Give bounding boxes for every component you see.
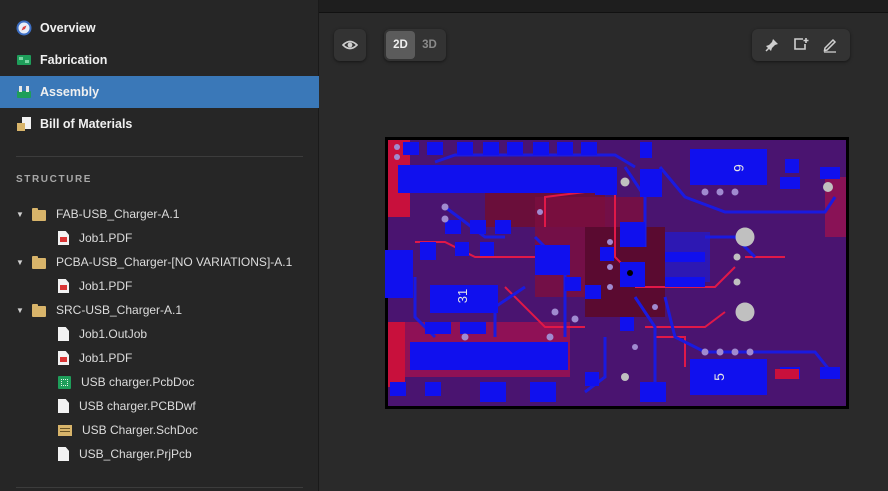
caret-down-icon[interactable]: ▼ [16,210,24,219]
structure-tree: ▼ FAB-USB_Charger-A.1 Job1.PDF ▼ PCBA-US… [0,202,319,466]
tree-item-label: SRC-USB_Charger-A.1 [56,303,183,317]
nav-item-assembly[interactable]: Assembly [0,76,319,108]
schematic-file-icon [58,425,72,436]
pin-button[interactable] [764,37,780,53]
tree-file-schdoc[interactable]: USB Charger.SchDoc [0,418,319,442]
document-icon [58,447,69,461]
caret-down-icon[interactable]: ▼ [16,258,24,267]
tree-item-label: USB_Charger.PrjPcb [79,447,192,461]
nav-label: Fabrication [40,53,108,67]
view-2d-button[interactable]: 2D [386,31,415,59]
tree-file-prjpcb[interactable]: USB_Charger.PrjPcb [0,442,319,466]
tree-file-src-pdf[interactable]: Job1.PDF [0,346,319,370]
pcb-board-icon [17,55,31,65]
sidebar: Overview Fabrication Assembly Bill of Ma… [0,0,319,491]
nav-item-overview[interactable]: Overview [0,12,319,44]
annotation-toolbar [752,29,850,61]
view-3d-button[interactable]: 3D [415,31,444,59]
board-label: 31 [455,289,470,303]
tree-item-label: USB charger.PcbDoc [81,375,195,389]
tree-folder-pcba[interactable]: ▼ PCBA-USB_Charger-[NO VARIATIONS]-A.1 [0,250,319,274]
board-label: 5 [711,373,727,381]
pdf-file-icon [58,231,69,245]
nav-label: Bill of Materials [40,117,133,131]
document-icon [58,399,69,413]
assembly-icon [17,86,31,98]
tree-file-pcbdoc[interactable]: USB charger.PcbDoc [0,370,319,394]
document-icon [58,327,69,341]
board-label: 6 [731,164,747,172]
draw-button[interactable] [822,37,838,53]
nav-label: Overview [40,21,96,35]
sidebar-divider [16,156,303,157]
compass-icon [16,20,32,36]
sidebar-divider [16,487,303,488]
pdf-file-icon [58,279,69,293]
visibility-button[interactable] [334,29,366,61]
add-comment-icon [794,38,809,50]
tree-item-label: USB charger.PCBDwf [79,399,196,413]
tree-file-outjob[interactable]: Job1.OutJob [0,322,319,346]
tree-item-label: Job1.OutJob [79,327,148,341]
add-comment-button[interactable] [793,37,809,53]
tree-item-label: USB Charger.SchDoc [82,423,199,437]
nav-label: Assembly [40,85,100,99]
folder-icon [32,303,46,317]
pcb-board-view[interactable]: 6 5 31 [385,137,849,409]
tree-file-pcbdwf[interactable]: USB charger.PCBDwf [0,394,319,418]
sidebar-nav: Overview Fabrication Assembly Bill of Ma… [0,12,319,140]
view-mode-toggle: 2D 3D [384,29,446,61]
pdf-file-icon [58,351,69,365]
folder-icon [32,207,46,221]
tree-item-label: FAB-USB_Charger-A.1 [56,207,180,221]
viewer-panel: 2D 3D 6 5 31 [320,13,888,491]
tree-file-pcba-pdf[interactable]: Job1.PDF [0,274,319,298]
tree-folder-fab[interactable]: ▼ FAB-USB_Charger-A.1 [0,202,319,226]
draw-icon [823,38,836,53]
caret-down-icon[interactable]: ▼ [16,306,24,315]
tree-file-fab-pdf[interactable]: Job1.PDF [0,226,319,250]
structure-heading: STRUCTURE [16,174,93,185]
nav-item-fabrication[interactable]: Fabrication [0,44,319,76]
tree-item-label: PCBA-USB_Charger-[NO VARIATIONS]-A.1 [56,255,293,269]
tree-item-label: Job1.PDF [79,351,133,365]
nav-item-bill-of-materials[interactable]: Bill of Materials [0,108,319,140]
pcb-file-icon [58,375,71,389]
tree-item-label: Job1.PDF [79,231,133,245]
tree-item-label: Job1.PDF [79,279,133,293]
eye-icon [342,40,358,50]
folder-icon [32,255,46,269]
tree-folder-src[interactable]: ▼ SRC-USB_Charger-A.1 [0,298,319,322]
pin-icon [765,39,779,52]
bom-icon [17,117,31,131]
